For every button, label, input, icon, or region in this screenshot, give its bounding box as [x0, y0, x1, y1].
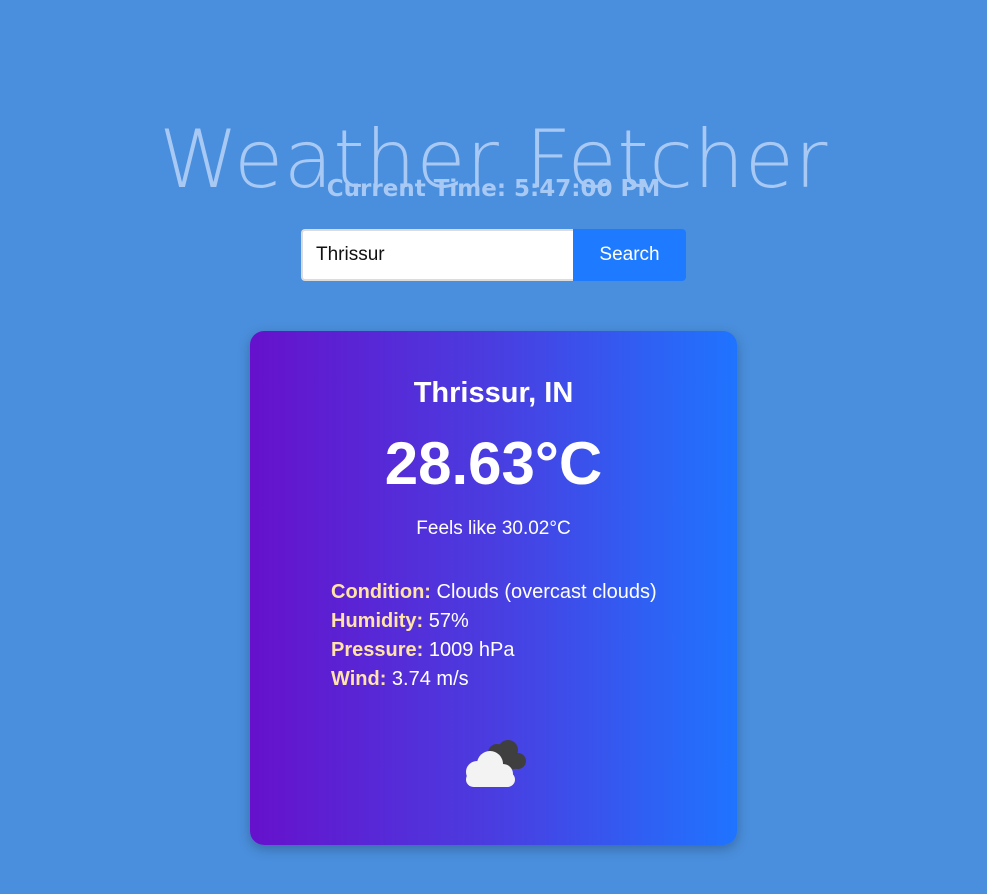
detail-condition-value: Clouds (overcast clouds) — [436, 581, 657, 603]
overcast-clouds-icon — [466, 740, 526, 787]
weather-details: Condition: Clouds (overcast clouds) Humi… — [331, 578, 657, 694]
current-time: Current Time: 5:47:00 PM — [326, 176, 661, 202]
temperature-value: 28.63°C — [384, 430, 603, 497]
location-name: Thrissur, IN — [413, 377, 574, 409]
detail-humidity-label: Humidity: — [331, 610, 424, 632]
detail-wind-label: Wind: — [331, 668, 387, 690]
city-search-input[interactable] — [301, 229, 573, 281]
detail-wind: Wind: 3.74 m/s — [331, 665, 657, 694]
search-button[interactable]: Search — [573, 229, 686, 281]
detail-pressure: Pressure: 1009 hPa — [331, 636, 657, 665]
detail-humidity-value: 57% — [428, 610, 469, 632]
weather-card: Thrissur, IN 28.63°C Feels like 30.02°C … — [250, 331, 737, 845]
search-bar: Search — [301, 229, 686, 281]
feels-like-text: Feels like 30.02°C — [416, 518, 571, 539]
detail-condition-label: Condition: — [331, 581, 431, 603]
detail-pressure-label: Pressure: — [331, 639, 424, 661]
detail-pressure-value: 1009 hPa — [428, 639, 515, 661]
detail-condition: Condition: Clouds (overcast clouds) — [331, 578, 657, 607]
detail-humidity: Humidity: 57% — [331, 607, 657, 636]
detail-wind-value: 3.74 m/s — [391, 668, 469, 690]
